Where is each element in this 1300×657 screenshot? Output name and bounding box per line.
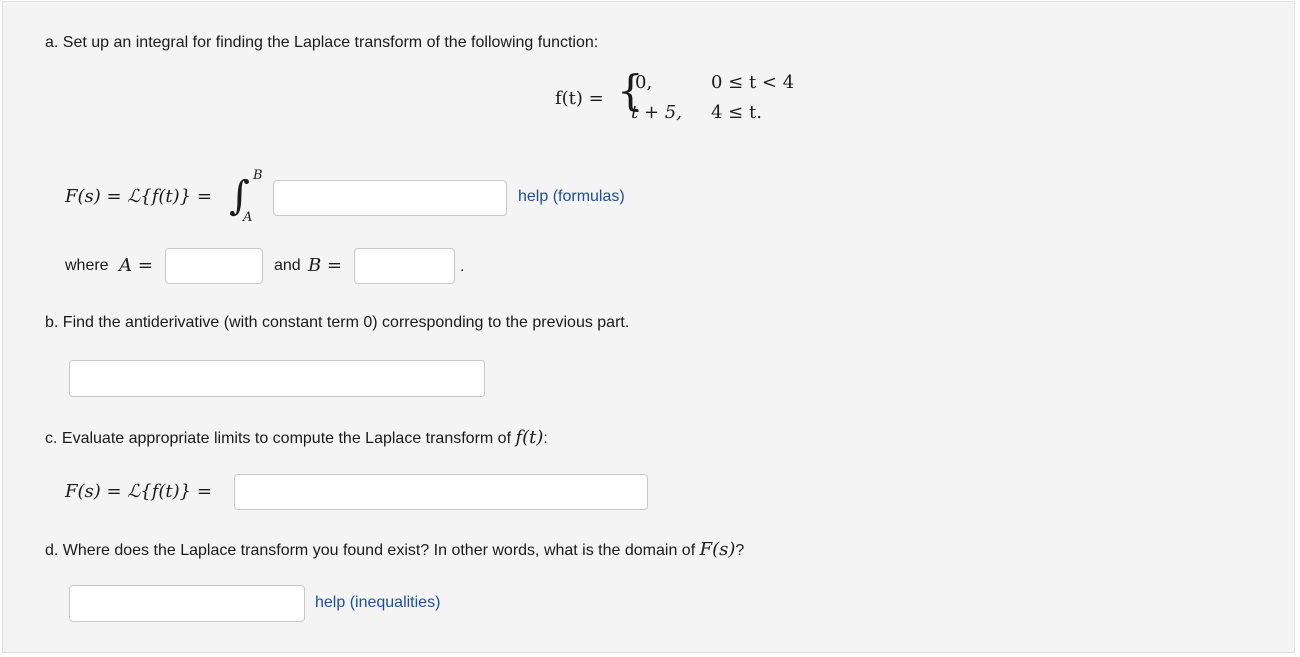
integrand-input[interactable]	[273, 180, 507, 216]
transform-lhs-a: F(s) = ℒ{f(t)} =	[65, 186, 212, 207]
part-b-prompt: b. Find the antiderivative (with constan…	[45, 314, 630, 331]
antiderivative-input[interactable]	[69, 360, 485, 397]
case1-value: 0,	[635, 72, 653, 93]
problem-panel: a. Set up an integral for finding the La…	[2, 1, 1295, 653]
case1-condition: 0 ≤ t < 4	[711, 72, 795, 93]
B-input[interactable]	[354, 248, 455, 284]
period-mark: .	[460, 258, 465, 275]
integral-lower-limit: A	[243, 210, 253, 225]
A-input[interactable]	[165, 248, 263, 284]
part-d-math: F(s)	[699, 539, 736, 560]
part-c-prompt: c. Evaluate appropriate limits to comput…	[45, 427, 548, 448]
part-d-prompt: d. Where does the Laplace transform you …	[45, 539, 745, 560]
B-label: B =	[308, 255, 343, 276]
help-inequalities-link[interactable]: help (inequalities)	[315, 594, 440, 612]
case2-condition: 4 ≤ t.	[711, 102, 762, 123]
part-c-math: f(t)	[515, 427, 544, 448]
A-label: A =	[119, 255, 153, 276]
domain-input[interactable]	[69, 585, 305, 622]
integral-upper-limit: B	[253, 168, 263, 183]
case2-value: t + 5,	[631, 102, 682, 123]
part-a-prompt: a. Set up an integral for finding the La…	[45, 34, 599, 51]
laplace-result-input[interactable]	[234, 474, 648, 510]
and-label: and	[274, 257, 301, 274]
transform-lhs-c: F(s) = ℒ{f(t)} =	[65, 481, 212, 502]
function-lhs: f(t) =	[555, 88, 604, 109]
where-label: where	[65, 257, 109, 274]
help-formulas-link[interactable]: help (formulas)	[518, 188, 625, 206]
